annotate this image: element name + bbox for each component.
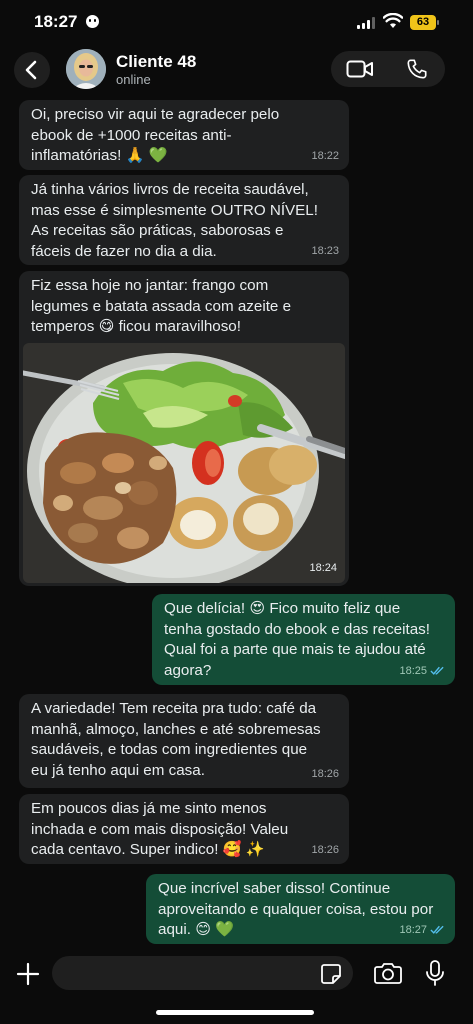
message-bubble-incoming[interactable]: Oi, preciso vir aqui te agradecer pelo e… xyxy=(19,100,349,170)
message-time: 18:25 xyxy=(399,664,427,677)
camera-icon[interactable] xyxy=(374,961,402,985)
read-ticks-icon xyxy=(430,666,444,675)
message-bubble-outgoing[interactable]: Que delícia! 😍 Fico muito feliz que tenh… xyxy=(152,594,455,685)
message-time: 18:24 xyxy=(309,561,337,574)
message-bubble-incoming[interactable]: Já tinha vários livros de receita saudáv… xyxy=(19,175,349,265)
message-meta: 18:22 xyxy=(311,146,339,167)
phone-call-icon xyxy=(406,59,427,79)
contact-status: online xyxy=(116,72,151,87)
status-time: 18:27 xyxy=(34,12,78,31)
cellular-signal-icon xyxy=(357,17,375,29)
message-time: 18:26 xyxy=(311,843,339,856)
video-call-icon xyxy=(346,60,373,78)
message-text: Em poucos dias já me sinto menos inchada… xyxy=(31,800,289,858)
back-chevron-icon xyxy=(25,60,37,80)
sticker-icon[interactable] xyxy=(320,963,342,985)
message-list[interactable]: Oi, preciso vir aqui te agradecer pelo e… xyxy=(0,94,473,948)
status-bar: 18:27 63 xyxy=(0,0,473,44)
message-meta: 18:26 xyxy=(311,764,339,785)
voice-call-button[interactable] xyxy=(388,51,445,87)
message-composer xyxy=(0,948,473,1024)
message-time: 18:27 xyxy=(399,923,427,936)
message-meta: 18:25 xyxy=(399,661,445,682)
home-indicator xyxy=(156,1010,314,1015)
message-input[interactable] xyxy=(52,956,353,990)
message-time: 18:22 xyxy=(311,149,339,162)
wifi-icon xyxy=(383,13,403,28)
message-text: A variedade! Tem receita pra tudo: café … xyxy=(31,700,321,779)
message-bubble-incoming[interactable]: A variedade! Tem receita pra tudo: café … xyxy=(19,694,349,788)
meal-photo-graphic xyxy=(23,343,345,583)
avatar-photo xyxy=(66,49,106,89)
message-text: Fiz essa hoje no jantar: frango com legu… xyxy=(31,277,292,335)
battery-level: 63 xyxy=(416,16,430,28)
chat-header: Cliente 48 online xyxy=(0,44,473,94)
contact-name[interactable]: Cliente 48 xyxy=(116,52,196,72)
meal-photo[interactable] xyxy=(23,343,345,583)
message-bubble-outgoing[interactable]: Que incrível saber disso! Continue aprov… xyxy=(146,874,455,944)
message-meta: 18:26 xyxy=(311,840,339,861)
video-call-button[interactable] xyxy=(331,51,388,87)
focus-mode-icon xyxy=(86,15,99,28)
contact-avatar[interactable] xyxy=(66,49,106,89)
message-time: 18:26 xyxy=(311,767,339,780)
message-text: Oi, preciso vir aqui te agradecer pelo e… xyxy=(31,106,280,164)
message-bubble-incoming[interactable]: Em poucos dias já me sinto menos inchada… xyxy=(19,794,349,864)
plus-icon[interactable] xyxy=(16,962,40,986)
call-buttons xyxy=(331,51,445,87)
message-meta: 18:23 xyxy=(311,241,339,262)
back-button[interactable] xyxy=(14,52,50,88)
microphone-icon[interactable] xyxy=(424,959,446,987)
message-time: 18:23 xyxy=(311,244,339,257)
message-text: Já tinha vários livros de receita saudáv… xyxy=(31,181,318,260)
battery-icon: 63 xyxy=(410,15,439,30)
message-meta: 18:27 xyxy=(399,920,445,941)
message-meta: 18:24 xyxy=(309,558,337,579)
message-bubble-incoming-image[interactable]: Fiz essa hoje no jantar: frango com legu… xyxy=(19,271,349,586)
read-ticks-icon xyxy=(430,925,444,934)
